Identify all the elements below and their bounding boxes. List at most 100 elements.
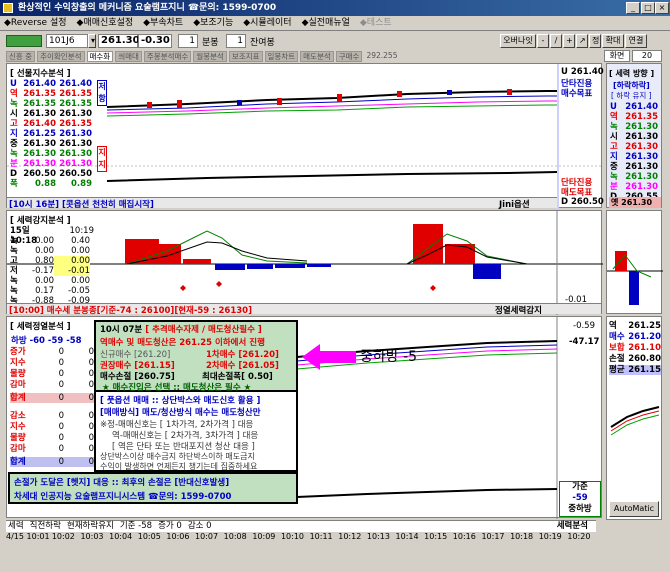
sum-key: 합계 [10, 393, 26, 403]
chart-tab[interactable]: 구매수 [335, 51, 363, 62]
window-title: 환상적인 수익창출의 메커니즘 요술램프지니 ☎문의: 1599-0700 [18, 3, 277, 13]
futures-row: 지 261.25 261.30 [10, 129, 94, 139]
alignment-value-b: 0 [88, 380, 94, 390]
chart-tab[interactable]: 매도분석 [300, 51, 334, 62]
screen-value[interactable]: 20 [632, 50, 662, 62]
force-value-b: 0.00 [71, 276, 90, 286]
code-dropdown-icon[interactable]: ▾ [88, 34, 96, 48]
force-key: 녹 [10, 276, 18, 286]
chart-tab[interactable]: 월봉분석 [193, 51, 227, 62]
menu-item[interactable]: ◆실전매뉴얼 [302, 16, 350, 30]
time-tick: 10:03 [80, 532, 104, 541]
target-key: 보합 [609, 343, 625, 353]
tab-extra: 292.255 [366, 51, 398, 60]
direction-row: 시 261.30 [610, 132, 662, 142]
toolbar-button[interactable]: - [537, 34, 549, 48]
chart-tab[interactable]: 보조지표 [228, 51, 263, 62]
toolbar-button[interactable]: / [550, 34, 562, 48]
target-value: 261.20 [628, 332, 661, 342]
force-row: 녹 0.00 0.00 [10, 276, 96, 286]
alignment-key: 증가 [10, 347, 26, 357]
alignment-row: 물량 0 0 [10, 369, 94, 379]
signal-time: 10시 07분 [100, 325, 143, 335]
minimize-button[interactable]: _ [626, 2, 640, 14]
alignment-value-b: 0 [88, 347, 94, 357]
count-field[interactable]: 1 [226, 34, 246, 48]
maximize-button[interactable]: □ [641, 2, 655, 14]
target-price-panel: 역 261.25 매수 261.20 보합 261.10 손절 260.80 평균 261.15 … [606, 316, 662, 520]
row-value-a: 260.50 [20, 169, 56, 179]
target-value: 261.15 [628, 365, 661, 375]
toolbar-button[interactable]: + [563, 34, 575, 48]
menu-item[interactable]: ◆테스트 [360, 16, 392, 30]
close-button[interactable]: × [655, 2, 669, 14]
sum-value-a: 0 [58, 457, 64, 467]
row-key: 고 [10, 119, 18, 129]
toolbar-button[interactable]: ↗ [576, 34, 588, 48]
toolbar-button[interactable]: 오버나잇 [500, 34, 536, 48]
menu-item[interactable]: ◆매매신호설정 [77, 16, 134, 30]
row-value-b: 261.35 [59, 89, 92, 99]
automatic-button[interactable]: AutoMatic [609, 501, 659, 517]
futures-chart-panel[interactable]: [ 선물지수분석 ] U 261.40 261.40 역 261.35 261.35 녹 26… [6, 63, 604, 210]
toolbar-button[interactable]: 확대 [602, 34, 624, 48]
direction-row: U 261.40 [610, 102, 662, 112]
force-chart-panel[interactable]: [ 세력강지분석 ] 15일10:18 10:19 녹 0.00 0.40 녹 0.00 0.… [6, 210, 603, 316]
callout-arrow-icon [302, 344, 356, 370]
alignment-panel-title: [ 세력정열분석 ] [10, 322, 71, 332]
toolbar-button[interactable]: 연결 [625, 34, 647, 48]
time-tick: 10:04 [109, 532, 133, 541]
chart-tab[interactable]: 추이확인분석 [37, 51, 85, 62]
callout-annotation: 중하방 -5 [300, 342, 417, 372]
alignment-key: 물량 [10, 433, 26, 443]
force-value-b: 0.00 [54, 256, 90, 266]
direction-key: 분 [610, 182, 618, 192]
chart-tab[interactable]: 매수화 [86, 51, 114, 62]
mini-force-panel [606, 210, 663, 314]
row-value-a: 261.40 [23, 119, 56, 129]
row-value-b: 0.89 [71, 179, 92, 189]
force-row: 녹 0.00 0.00 [10, 246, 96, 256]
target-value: 261.25 [628, 321, 661, 331]
force-key: 저 [10, 266, 18, 276]
sum-value-b: 0 [88, 393, 94, 403]
chart-tab[interactable]: 일봉차트 [264, 51, 299, 62]
alignment-value-b: 0 [88, 433, 94, 443]
strategy-line1: [ 풋옵션 매매 :: 상단박스와 매도신호 활용 ] [100, 396, 261, 406]
alignment-row: 지수 0 0 [10, 422, 94, 432]
alignment-value-a: 0 [58, 369, 64, 379]
chart-tab[interactable]: 씌매대 [115, 51, 142, 62]
signal-title: [ 추격매수자제 / 매도청산필수 ] [145, 325, 262, 335]
chart-tab[interactable]: 주봉분석매수 [143, 51, 192, 62]
direction-row: 중 261.30 [610, 162, 662, 172]
row-value-a: 261.40 [20, 79, 56, 89]
alignment-row: 증가 0 0 [10, 347, 94, 357]
force-key: 녹 [10, 246, 18, 256]
menu-item[interactable]: ◆보조기능 [193, 16, 233, 30]
time-tick: 10:02 [51, 532, 75, 541]
futures-row: D 260.50 260.50 [10, 169, 94, 179]
force-chart-bars [7, 211, 603, 315]
interval-field[interactable]: 1 [178, 34, 198, 48]
menu-item[interactable]: ◆Reverse 설정 [4, 16, 67, 30]
code-field[interactable]: 101J6 [46, 34, 88, 48]
strategy-line2: [매매방식] 매도/청산방식 매수는 매도청산만 [100, 408, 261, 418]
target-key: 매수 [609, 332, 625, 342]
alignment-value-a: 0 [58, 433, 64, 443]
row-key: 녹 [10, 149, 18, 159]
row-value-a: 261.30 [23, 159, 56, 169]
row-value-b: 260.50 [56, 169, 92, 179]
futures-footer: [10시 16분] [콧옵션 천천히 매집시작] Jini옵션 [7, 197, 557, 210]
toolbar-button[interactable]: 정 [589, 34, 601, 48]
force-value-a: 10:19 [69, 226, 95, 236]
force-footer-text: [10:00] 매수세 분봉종[기준-74 : 26100][현재-59 : 2… [9, 306, 252, 316]
force-row: 15일10:18 10:19 [10, 226, 96, 246]
menu-item[interactable]: ◆시뮬레이터 [243, 16, 291, 30]
chart-tab[interactable]: 신흥 중 [6, 51, 36, 62]
time-tick: 10:20 [567, 532, 591, 541]
menu-item[interactable]: ◆부속차트 [143, 16, 183, 30]
chart-tab-row: 신흥 중 추이확인분석 매수화 씌매대 주봉분석매수 월봉분석 보조지표 일봉차트 매도분석 구매… [6, 51, 606, 62]
direction-value: 261.30 [625, 152, 658, 162]
direction-key: 녹 [610, 172, 618, 182]
alignment-row: 감마 0 0 [10, 444, 94, 454]
